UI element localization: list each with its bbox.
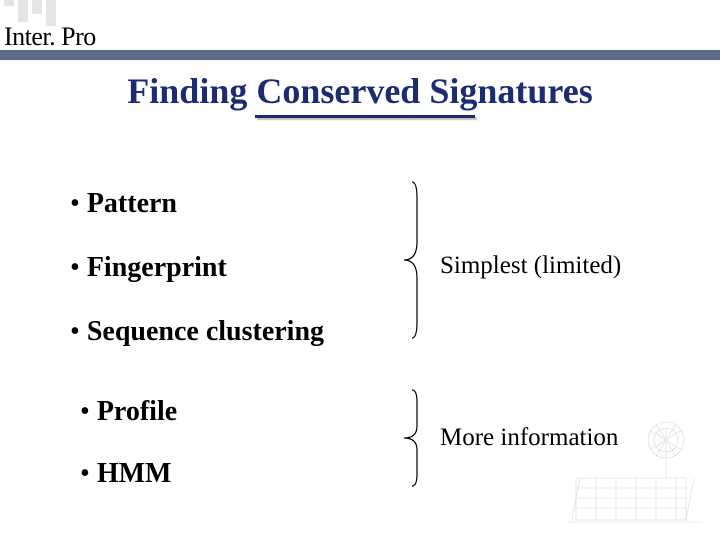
list-item: • Pattern bbox=[70, 188, 324, 220]
logo: Inter. Pro bbox=[4, 0, 96, 52]
bullet-group-2: • Profile • HMM bbox=[80, 396, 177, 520]
list-item: • HMM bbox=[80, 458, 177, 490]
header-rule bbox=[0, 50, 720, 60]
item-text: Fingerprint bbox=[87, 252, 227, 283]
list-item: • Fingerprint bbox=[70, 252, 324, 284]
bullet-group-1: • Pattern • Fingerprint • Sequence clust… bbox=[70, 188, 324, 380]
item-text: Profile bbox=[97, 396, 177, 427]
item-text: Pattern bbox=[87, 188, 177, 219]
group-1-label: Simplest (limited) bbox=[440, 252, 621, 280]
watermark-icon bbox=[566, 418, 706, 528]
logo-text: Inter. Pro bbox=[4, 22, 96, 52]
brace-icon bbox=[400, 180, 428, 340]
title-underline bbox=[255, 115, 475, 118]
list-item: • Profile bbox=[80, 396, 177, 428]
brace-icon bbox=[400, 388, 428, 488]
item-text: HMM bbox=[97, 458, 172, 489]
item-text: Sequence clustering bbox=[87, 316, 324, 347]
slide-title: Finding Conserved Signatures bbox=[0, 70, 720, 112]
list-item: • Sequence clustering bbox=[70, 316, 324, 348]
